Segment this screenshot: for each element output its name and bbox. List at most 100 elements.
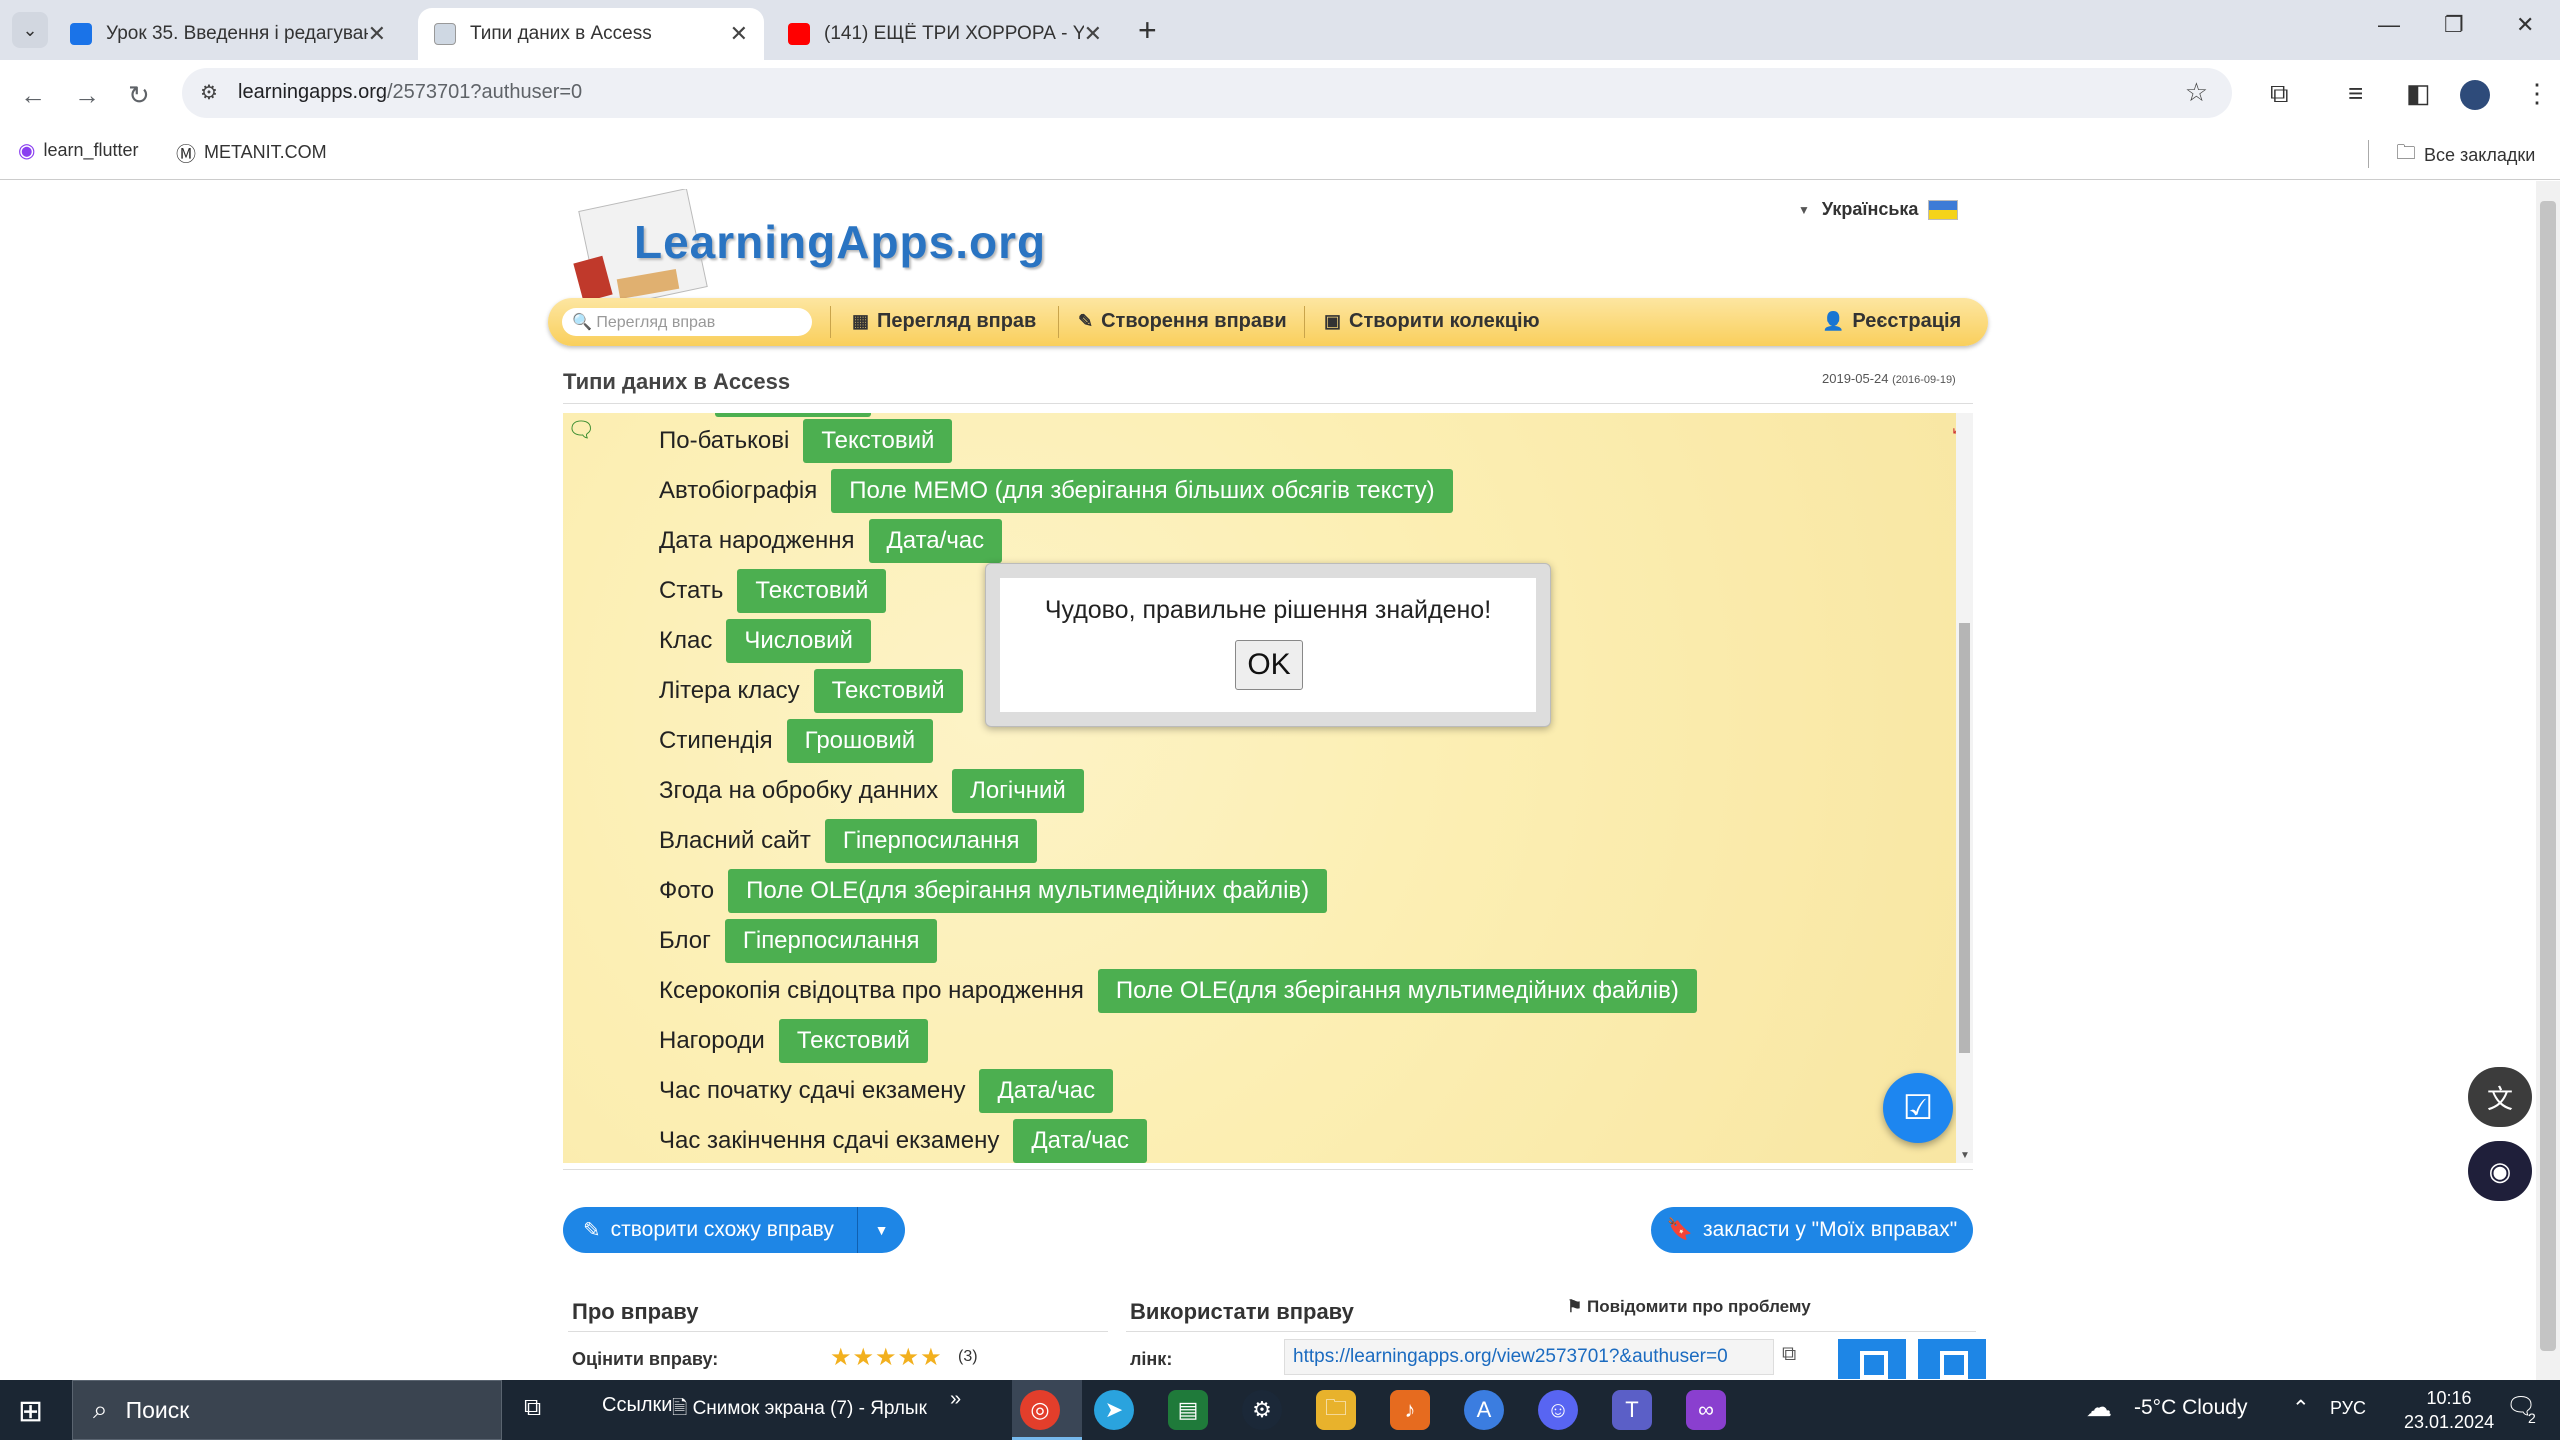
share-link-field[interactable]: https://learningapps.org/view2573701?&au… <box>1284 1339 1774 1375</box>
answer-chip[interactable]: Логічний <box>952 769 1084 813</box>
chevron-up-icon[interactable]: ⌃ <box>2292 1396 2310 1421</box>
tab-youtube[interactable]: (141) ЕЩЁ ТРИ ХОРРОРА - YouTube ✕ <box>772 8 1118 60</box>
robot-icon: ◉ <box>2488 1155 2512 1186</box>
extensions-icon[interactable]: ⧉ <box>2270 78 2289 110</box>
task-view-icon[interactable]: ⧉ <box>524 1394 541 1422</box>
minimize-button[interactable]: — <box>2378 12 2400 38</box>
pinned-shortcut[interactable]: 🗎 Снимок экрана (7) - Ярлык <box>672 1394 927 1426</box>
windows-start-icon[interactable]: ⊞ <box>18 1394 43 1429</box>
bookmarks-divider <box>2368 140 2369 168</box>
visual-studio-icon[interactable]: ∞ <box>1686 1390 1726 1430</box>
scrollbar-thumb[interactable] <box>1959 623 1970 1053</box>
url-text[interactable]: learningapps.org/2573701?authuser=0 <box>238 81 582 104</box>
scroll-down-icon[interactable]: ▼ <box>1960 1150 1970 1161</box>
weather-text[interactable]: -5°C Cloudy <box>2134 1396 2247 1420</box>
back-button[interactable]: ← <box>20 80 46 111</box>
list-item: Ксерокопія свідоцтва про народження Поле… <box>659 968 1697 1014</box>
create-similar-label: створити схожу вправу <box>610 1218 834 1241</box>
telegram-icon[interactable]: ➤ <box>1094 1390 1134 1430</box>
browser-toolbar: ← → ↻ ⚙ learningapps.org/2573701?authuse… <box>0 60 2560 128</box>
clock[interactable]: 10:16 23.01.2024 <box>2404 1386 2494 1434</box>
fl-studio-icon[interactable]: ♪ <box>1390 1390 1430 1430</box>
input-language[interactable]: РУС <box>2330 1398 2366 1419</box>
answer-chip[interactable]: Поле OLE(для зберігання мультимедійних ф… <box>728 869 1328 913</box>
bookmark-learn-flutter[interactable]: ◉ learn_flutter <box>18 138 139 163</box>
scrollbar-thumb[interactable] <box>2540 201 2556 1351</box>
copy-icon[interactable]: ⧉ <box>1782 1343 1796 1366</box>
youtube-icon <box>788 23 810 45</box>
embed-button[interactable] <box>1918 1339 1986 1379</box>
close-icon[interactable]: ✕ <box>1084 21 1102 47</box>
pinned-shortcut-label: Снимок экрана (7) - Ярлык <box>692 1398 927 1419</box>
answer-chip[interactable]: Текстовий <box>737 569 887 613</box>
chrome-menu-icon[interactable]: ⋮ <box>2524 78 2550 109</box>
app-store-icon[interactable]: A <box>1464 1390 1504 1430</box>
answer-chip[interactable]: Дата/час <box>1013 1119 1148 1163</box>
file-explorer-icon[interactable]: 🗀 <box>1316 1390 1356 1430</box>
excel-icon[interactable]: ▤ <box>1168 1390 1208 1430</box>
chevron-down-icon[interactable]: ▼ <box>857 1207 905 1253</box>
check-solution-button[interactable]: ☑ <box>1883 1073 1953 1143</box>
save-to-my-exercises-button[interactable]: 🔖 закласти у "Моїх вправах" <box>1651 1207 1973 1253</box>
exercise-scrollbar[interactable]: ▼ <box>1956 413 1973 1163</box>
exercise-search-input[interactable]: 🔍 Перегляд вправ <box>562 308 812 336</box>
answer-chip[interactable]: Дата/час <box>979 1069 1114 1113</box>
answer-chip[interactable]: Грошовий <box>786 719 934 763</box>
steam-icon[interactable]: ⚙ <box>1242 1390 1282 1430</box>
reload-button[interactable]: ↻ <box>128 80 150 111</box>
answer-chip[interactable]: Поле OLE(для зберігання мультимедійних ф… <box>1097 969 1697 1013</box>
discord-icon[interactable]: ☺ <box>1538 1390 1578 1430</box>
taskbar-search[interactable]: ⌕ Поиск <box>72 1380 502 1440</box>
menu-browse[interactable]: ▦ Перегляд вправ <box>852 310 1036 333</box>
answer-chip[interactable]: Числовий <box>726 619 871 663</box>
exercise-frame: 🗨 ⤢ По-батькові Текстовий Автобіографія … <box>563 413 1973 1163</box>
menu-register[interactable]: 👤 Реєстрація <box>1822 310 1961 333</box>
teams-icon[interactable]: T <box>1612 1390 1652 1430</box>
all-bookmarks-button[interactable]: 🗀 Все закладки <box>2396 138 2535 172</box>
report-problem-link[interactable]: ⚑ Повідомити про проблему <box>1567 1297 1811 1317</box>
answer-chip[interactable]: Гіперпосилання <box>724 919 938 963</box>
site-logo[interactable]: LearningApps.org <box>634 215 1046 269</box>
weather-cloud-icon[interactable]: ☁ <box>2086 1392 2112 1423</box>
bookmark-star-icon[interactable]: ☆ <box>2185 77 2208 108</box>
media-controls-icon[interactable]: ≡ <box>2348 78 2363 109</box>
profile-avatar[interactable] <box>2460 80 2490 110</box>
address-bar[interactable]: ⚙ learningapps.org/2573701?authuser=0 ☆ <box>182 68 2232 118</box>
close-icon[interactable]: ✕ <box>730 21 748 47</box>
translate-button[interactable]: 文 <box>2468 1067 2532 1127</box>
tab-search-button[interactable]: ⌄ <box>12 12 48 48</box>
answer-chip[interactable]: Текстовий <box>803 419 953 463</box>
rating-stars[interactable]: ★★★★★ <box>830 1343 943 1372</box>
tab-access[interactable]: Типи даних в Access ✕ <box>418 8 764 60</box>
field-label: По-батькові <box>659 427 790 454</box>
answer-chip[interactable]: Дата/час <box>868 519 1003 563</box>
window-close-button[interactable]: ✕ <box>2516 12 2534 38</box>
tab-lesson[interactable]: Урок 35. Введення і редагування ✕ <box>54 8 402 60</box>
help-icon[interactable]: 🗨 <box>567 417 595 443</box>
links-toolbar[interactable]: Ссылки <box>602 1394 672 1417</box>
side-panel-icon[interactable]: ◧ <box>2406 78 2431 109</box>
assistant-button[interactable]: ◉ <box>2468 1141 2532 1201</box>
chrome-icon[interactable]: ◎ <box>1020 1390 1060 1430</box>
answer-chip[interactable]: Текстовий <box>813 669 963 713</box>
qr-code-button[interactable] <box>1838 1339 1906 1379</box>
answer-chip[interactable]: Гіперпосилання <box>824 819 1038 863</box>
restore-button[interactable]: ❐ <box>2444 12 2464 38</box>
ok-button[interactable]: OK <box>1235 640 1303 690</box>
answer-chip[interactable]: Текстовий <box>778 1019 928 1063</box>
create-similar-button[interactable]: ✎ створити схожу вправу ▼ <box>563 1207 905 1253</box>
new-tab-button[interactable]: + <box>1138 12 1157 49</box>
language-selector[interactable]: ▼ Українська <box>1798 199 1959 220</box>
site-info-icon[interactable]: ⚙ <box>200 80 218 105</box>
menu-collection[interactable]: ▣ Створити колекцію <box>1324 310 1540 333</box>
close-icon[interactable]: ✕ <box>368 21 386 47</box>
menu-create[interactable]: ✎ Створення вправи <box>1078 310 1287 333</box>
page-scrollbar[interactable] <box>2536 181 2560 1380</box>
success-dialog: Чудово, правильне рішення знайдено! OK <box>985 563 1551 727</box>
chevron-right-icon[interactable]: » <box>950 1388 961 1411</box>
answer-chip-partial[interactable] <box>715 413 871 417</box>
bookmark-metanit[interactable]: Ⓜ METANIT.COM <box>176 138 327 167</box>
bookmark-label: learn_flutter <box>43 140 139 160</box>
forward-button[interactable]: → <box>74 80 100 111</box>
answer-chip[interactable]: Поле МЕМО (для зберігання більших обсягі… <box>831 469 1453 513</box>
